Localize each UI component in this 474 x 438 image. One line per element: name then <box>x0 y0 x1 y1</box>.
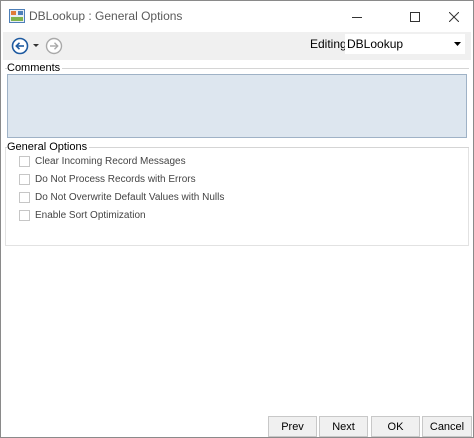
maximize-icon <box>410 11 420 22</box>
history-dropdown-icon[interactable] <box>32 41 40 49</box>
option-clear-incoming-record-messages[interactable]: Clear Incoming Record Messages <box>19 154 186 168</box>
close-icon <box>449 11 459 22</box>
toolbar: Editing: DBLookup <box>3 32 471 60</box>
comments-label: Comments <box>7 62 63 74</box>
prev-button[interactable]: Prev <box>268 416 317 437</box>
general-options-frame: Clear Incoming Record Messages Do Not Pr… <box>5 148 469 246</box>
option-label: Do Not Process Records with Errors <box>35 173 196 185</box>
window-title: DBLookup : General Options <box>29 9 183 23</box>
dialog-window: DBLookup : General Options Editing: DBLo… <box>0 0 474 438</box>
forward-arrow-icon[interactable] <box>45 37 63 55</box>
option-label: Clear Incoming Record Messages <box>35 155 186 167</box>
ok-button[interactable]: OK <box>371 416 420 437</box>
minimize-icon <box>352 16 362 18</box>
option-label: Enable Sort Optimization <box>35 209 146 221</box>
option-do-not-overwrite-default-values[interactable]: Do Not Overwrite Default Values with Nul… <box>19 190 224 204</box>
comments-textarea[interactable] <box>7 74 467 138</box>
comments-group-line <box>5 68 469 69</box>
checkbox[interactable] <box>19 209 30 221</box>
checkbox[interactable] <box>19 173 30 185</box>
minimize-button[interactable] <box>334 1 380 32</box>
editing-select[interactable]: DBLookup <box>345 34 465 54</box>
cancel-button[interactable]: Cancel <box>422 416 472 437</box>
chevron-down-icon <box>454 42 461 46</box>
app-icon <box>9 9 25 23</box>
back-arrow-icon[interactable] <box>11 37 29 55</box>
checkbox[interactable] <box>19 155 30 167</box>
option-enable-sort-optimization[interactable]: Enable Sort Optimization <box>19 208 146 222</box>
option-label: Do Not Overwrite Default Values with Nul… <box>35 191 225 203</box>
close-button[interactable] <box>431 1 474 32</box>
next-button[interactable]: Next <box>319 416 368 437</box>
editing-select-value: DBLookup <box>347 37 404 51</box>
checkbox[interactable] <box>19 191 30 203</box>
option-do-not-process-records-with-errors[interactable]: Do Not Process Records with Errors <box>19 172 196 186</box>
title-bar[interactable]: DBLookup : General Options <box>1 1 473 32</box>
